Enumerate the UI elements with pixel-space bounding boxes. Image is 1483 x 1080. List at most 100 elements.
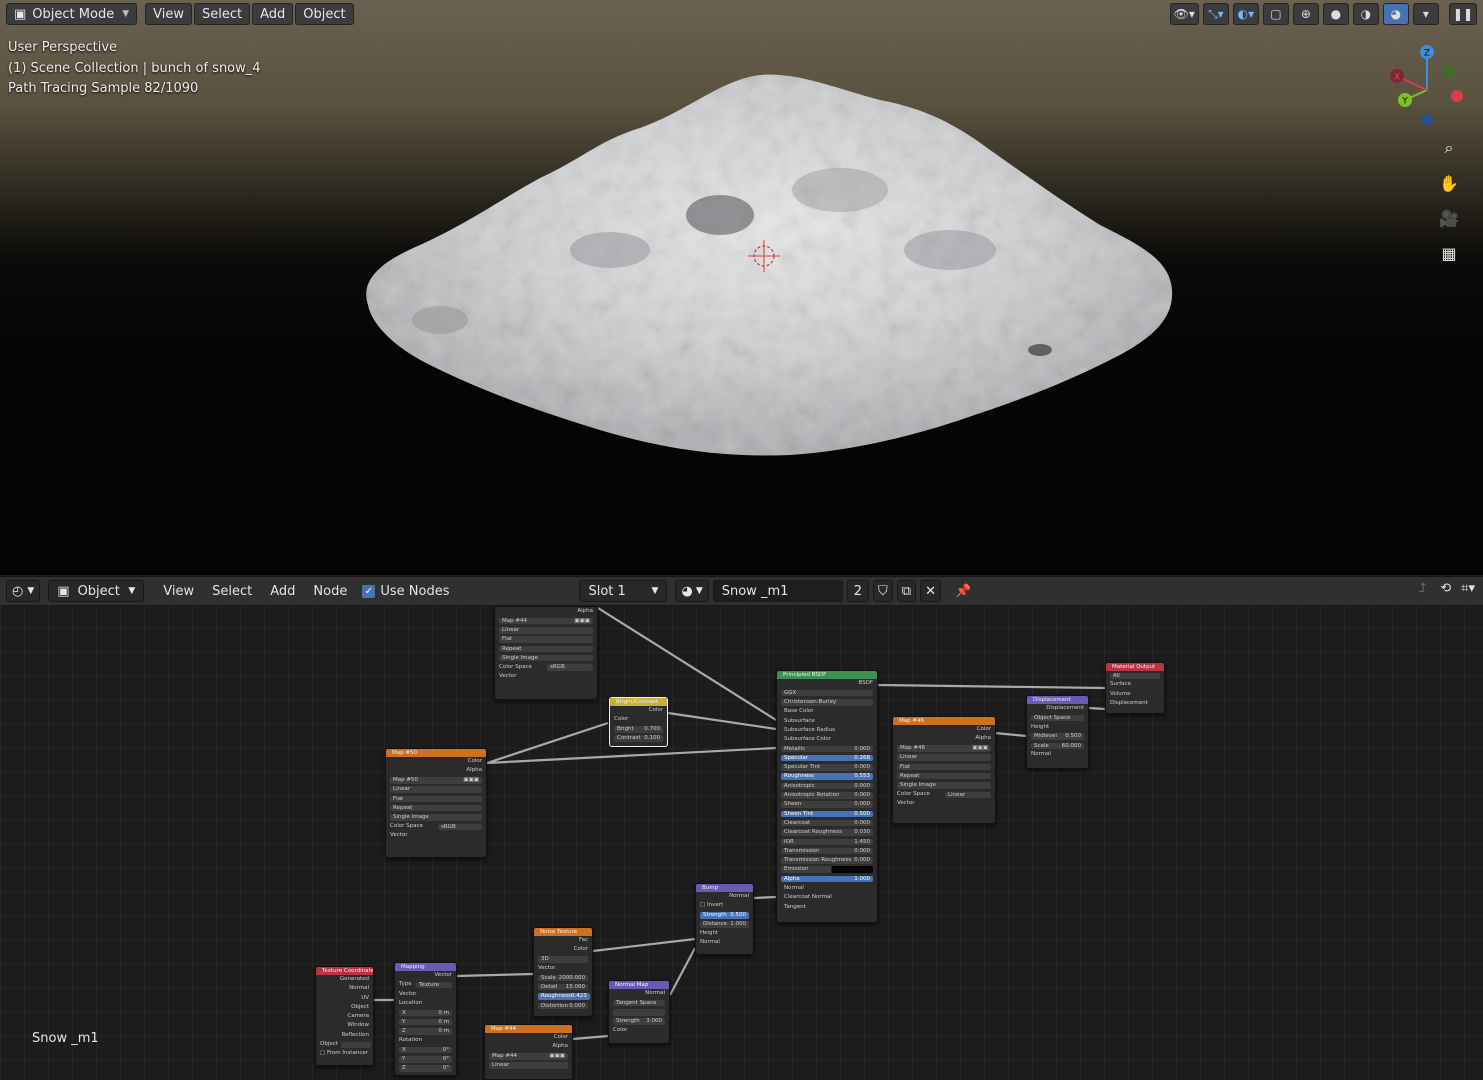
slot-dropdown[interactable]: Slot 1 ▼ <box>579 580 668 602</box>
bsdf-input-field[interactable]: Clearcoat Roughness 0.030 <box>781 829 873 836</box>
3d-viewport[interactable]: ▣ Object Mode ▼ View Select Add Object 👁▾ … <box>0 0 1483 575</box>
strength-field[interactable]: Strength 0.500 <box>700 912 749 919</box>
uv-map-field[interactable] <box>613 1009 665 1016</box>
interpolation-dropdown[interactable]: Linear <box>897 754 991 761</box>
node-mapping[interactable]: Mapping Vector Type Texture Vector Locati… <box>394 962 457 1076</box>
camera-icon[interactable]: 🎥 <box>1435 204 1463 232</box>
user-count-button[interactable]: 2 <box>846 580 870 602</box>
roughness-field[interactable]: Roughness 0.423 <box>538 993 590 1000</box>
distribution-dropdown[interactable]: GGX <box>781 689 873 697</box>
extension-dropdown[interactable]: Repeat <box>499 645 593 653</box>
mapping-type-dropdown[interactable]: Texture <box>416 981 452 989</box>
bsdf-input-field[interactable]: Subsurface Radius <box>781 727 873 734</box>
pan-hand-icon[interactable]: ✋ <box>1435 169 1463 197</box>
projection-dropdown[interactable]: Flat <box>897 763 991 771</box>
image-datablock-field[interactable]: Map #46 ▣▣▣ <box>897 745 991 752</box>
node-normal-map[interactable]: Normal Map Normal Tangent Space Strength… <box>608 980 670 1044</box>
distortion-field[interactable]: Distortion 0.000 <box>538 1002 588 1010</box>
menu-add[interactable]: Add <box>252 3 294 25</box>
bsdf-input-field[interactable]: Anisotropic Rotation 0.000 <box>781 792 873 799</box>
node-image-texture-map44-bottom[interactable]: Map #44 Color Alpha Map #44 ▣▣▣ Linear <box>484 1024 573 1080</box>
snap-target-icon[interactable]: ⌗▾ <box>1461 581 1475 596</box>
menu-object[interactable]: Object <box>295 3 354 25</box>
new-material-icon[interactable]: ⧉ <box>896 580 917 602</box>
material-browse-button[interactable]: ◕ ▼ <box>675 580 709 602</box>
extension-dropdown[interactable]: Repeat <box>897 772 991 780</box>
node-bright-contrast[interactable]: Bright/Contrast Color Color Bright 0.700 … <box>609 697 668 747</box>
gizmo-toggle-icon[interactable]: ⤡▾ <box>1202 3 1229 25</box>
location-x-field[interactable]: X0 m <box>399 1009 452 1017</box>
shading-options-icon[interactable]: ▾ <box>1412 3 1439 25</box>
bsdf-input-field[interactable]: IOR 1.450 <box>781 838 873 846</box>
bsdf-input-field[interactable]: Transmission Roughness 0.000 <box>781 857 873 864</box>
zoom-icon[interactable]: ⌕ <box>1435 134 1463 162</box>
menu-node[interactable]: Node <box>306 584 354 599</box>
source-dropdown[interactable]: Single Image <box>897 782 991 789</box>
node-noise-texture[interactable]: Noise Texture Fac Color 3D Vector Scale 2… <box>533 927 593 1017</box>
image-datablock-field[interactable]: Map #44 ▣▣▣ <box>489 1053 568 1060</box>
bright-field[interactable]: Bright 0.700 <box>614 726 663 733</box>
bsdf-input-field[interactable]: Clearcoat 0.000 <box>781 819 873 827</box>
color-space-dropdown[interactable]: sRGB <box>547 664 593 671</box>
pause-render-icon[interactable]: ❚❚ <box>1448 3 1477 25</box>
material-name-field[interactable]: Snow _m1 <box>712 580 843 602</box>
source-dropdown[interactable]: Single Image <box>390 814 482 821</box>
projection-dropdown[interactable]: Flat <box>390 795 482 803</box>
bsdf-input-field[interactable]: Roughness 0.553 <box>781 773 873 780</box>
axis-gizmo[interactable]: Z Y X <box>1385 40 1465 130</box>
interpolation-dropdown[interactable]: Linear <box>499 627 593 634</box>
bsdf-input-field[interactable]: Metallic 0.000 <box>781 745 873 753</box>
midlevel-field[interactable]: Midlevel 0.500 <box>1031 733 1084 740</box>
node-bump[interactable]: Bump Normal □ Invert Strength 0.500 Dista… <box>695 883 754 955</box>
strength-field[interactable]: Strength 3.000 <box>613 1018 665 1025</box>
xray-icon[interactable]: ▢ <box>1262 3 1289 25</box>
parent-node-tree-icon[interactable]: ⮥ <box>1419 581 1427 596</box>
menu-select[interactable]: Select <box>205 584 259 599</box>
bsdf-input-field[interactable]: Anisotropic 0.000 <box>781 782 873 790</box>
bsdf-input-field[interactable]: Specular 0.268 <box>781 754 873 762</box>
contrast-field[interactable]: Contrast 0.100 <box>614 735 663 742</box>
fake-user-icon[interactable]: ⛉ <box>873 580 893 602</box>
scale-field[interactable]: Scale 2000.000 <box>538 974 588 982</box>
node-displacement[interactable]: Displacement Displacement Object Space H… <box>1026 695 1089 769</box>
pin-icon[interactable]: 📌 <box>955 584 971 599</box>
use-nodes-checkbox[interactable]: ✓ Use Nodes <box>358 584 453 599</box>
image-datablock-field[interactable]: Map #50 ▣▣▣ <box>390 777 482 784</box>
visibility-icon[interactable]: 👁▾ <box>1169 3 1199 25</box>
object-picker-field[interactable] <box>340 1041 371 1049</box>
material-shading-icon[interactable]: ◑ <box>1352 3 1379 25</box>
location-y-field[interactable]: Y0 m <box>399 1018 452 1026</box>
bsdf-input-field[interactable]: Transmission 0.000 <box>781 847 873 855</box>
solid-shading-icon[interactable]: ● <box>1322 3 1349 25</box>
subsurface-method-dropdown[interactable]: Christensen-Burley <box>781 699 873 706</box>
interpolation-dropdown[interactable]: Linear <box>390 786 482 793</box>
rotation-x-field[interactable]: X 0° <box>399 1046 452 1054</box>
source-dropdown[interactable]: Single Image <box>499 654 593 662</box>
space-dropdown[interactable]: Object Space <box>1031 714 1084 722</box>
interpolation-dropdown[interactable]: Linear <box>489 1062 568 1069</box>
bsdf-input-field[interactable]: Alpha 1.000 <box>781 875 873 883</box>
rotation-z-field[interactable]: Z 0° <box>399 1065 452 1072</box>
shader-type-dropdown[interactable]: ▣ Object ▼ <box>48 580 145 602</box>
node-texture-coordinate[interactable]: Texture Coordinate Generated Normal UV O… <box>315 966 374 1066</box>
bsdf-input-field[interactable]: Specular Tint 0.000 <box>781 764 873 771</box>
unlink-close-icon[interactable]: ✕ <box>920 580 941 602</box>
detail-field[interactable]: Detail 15.000 <box>538 983 588 991</box>
wireframe-shading-icon[interactable]: ⊕ <box>1292 3 1319 25</box>
shader-node-editor[interactable]: ◴ ▼ ▣ Object ▼ View Select Add Node ✓ Use No… <box>0 576 1483 1080</box>
object-mode-dropdown[interactable]: ▣ Object Mode ▼ <box>6 3 138 25</box>
node-image-texture-map46[interactable]: Map #46 Color Alpha Map #46 ▣▣▣ Linear Fl… <box>892 716 996 824</box>
grid-ortho-icon[interactable]: ▦ <box>1435 239 1463 267</box>
bsdf-input-field[interactable]: Emission <box>781 866 873 873</box>
projection-dropdown[interactable]: Flat <box>499 636 593 643</box>
color-space-dropdown[interactable]: sRGB <box>438 823 482 831</box>
location-z-field[interactable]: Z0 m <box>399 1028 452 1035</box>
extension-dropdown[interactable]: Repeat <box>390 804 482 812</box>
menu-add[interactable]: Add <box>263 584 302 599</box>
invert-checkbox[interactable]: □ Invert <box>700 901 723 910</box>
node-material-output[interactable]: Material Output All Surface Volume Displ… <box>1105 662 1165 714</box>
scale-field[interactable]: Scale 60.000 <box>1031 742 1084 750</box>
menu-select[interactable]: Select <box>193 3 251 25</box>
node-image-texture-map44-top[interactable]: Alpha Map #44 ▣▣▣ Linear Flat Repeat Sing… <box>494 606 598 700</box>
overlays-icon[interactable]: ◐▾ <box>1232 3 1259 25</box>
